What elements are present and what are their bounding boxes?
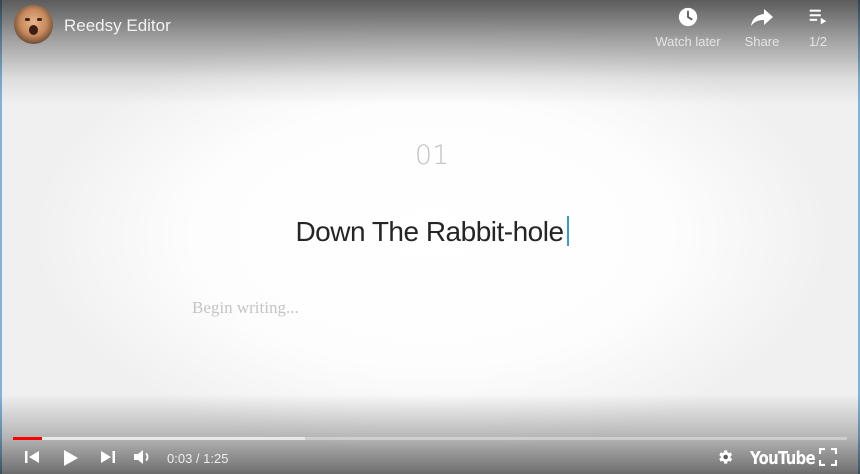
playlist-icon bbox=[809, 9, 827, 25]
progress-loaded bbox=[13, 437, 305, 440]
play-icon bbox=[64, 450, 78, 466]
watch-later-label: Watch later bbox=[655, 34, 721, 49]
chapter-number: 01 bbox=[414, 140, 450, 171]
youtube-logo[interactable]: YouTube bbox=[750, 448, 816, 469]
settings-button[interactable] bbox=[716, 448, 734, 466]
volume-button[interactable] bbox=[133, 448, 153, 466]
fullscreen-button[interactable] bbox=[819, 448, 837, 466]
avatar-eye bbox=[25, 18, 30, 21]
share-arrow-icon bbox=[751, 9, 773, 26]
chapter-title: Down The Rabbit-hole bbox=[295, 216, 564, 247]
body-placeholder: Begin writing... bbox=[192, 298, 299, 317]
time-display: 0:03 / 1:25 bbox=[167, 451, 229, 466]
previous-button[interactable] bbox=[23, 448, 41, 466]
progress-played bbox=[13, 437, 43, 440]
channel-avatar[interactable] bbox=[14, 5, 53, 44]
chapter-title-row: Down The Rabbit-hole bbox=[2, 216, 860, 248]
playlist-position: 1/2 bbox=[808, 34, 828, 49]
skip-previous-icon bbox=[25, 451, 39, 463]
fullscreen-icon bbox=[819, 448, 837, 466]
video-player[interactable]: 01 Down The Rabbit-hole Begin writing...… bbox=[0, 0, 860, 474]
progress-bar[interactable] bbox=[13, 437, 847, 440]
watch-later-button[interactable]: Watch later bbox=[648, 6, 728, 49]
volume-icon bbox=[134, 450, 149, 464]
settings-gear-icon bbox=[719, 450, 733, 464]
clock-icon bbox=[678, 7, 698, 27]
text-cursor bbox=[566, 216, 569, 246]
next-button[interactable] bbox=[99, 448, 117, 466]
video-title[interactable]: Reedsy Editor bbox=[64, 16, 171, 36]
skip-next-icon bbox=[101, 451, 115, 463]
avatar-eye bbox=[37, 18, 42, 21]
playlist-button[interactable]: 1/2 bbox=[778, 6, 858, 49]
play-button[interactable] bbox=[60, 448, 80, 468]
avatar-mouth bbox=[29, 25, 38, 35]
